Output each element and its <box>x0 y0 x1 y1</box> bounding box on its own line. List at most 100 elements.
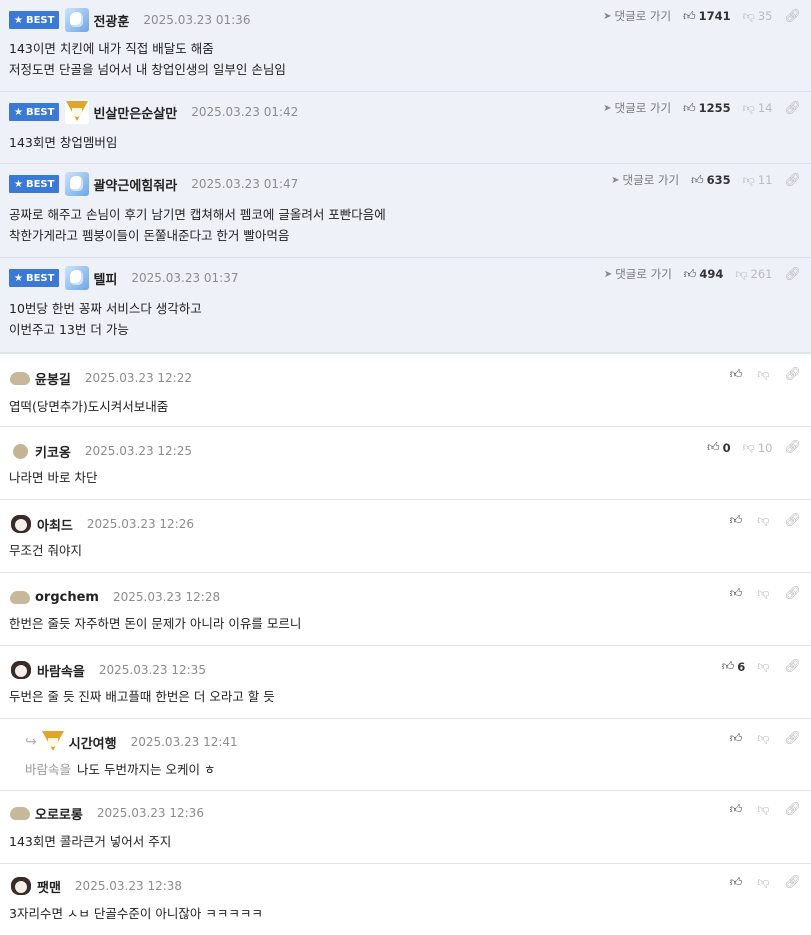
comment-body: 무조건 줘야지 <box>9 543 82 558</box>
comment-body: 10번당 한번 꽁짜 서비스다 생각하고 이번주고 13번 더 가능 <box>9 298 202 340</box>
nickname[interactable]: 시간여행 <box>69 733 117 752</box>
comment-date: 2025.03.23 12:35 <box>98 663 206 677</box>
comment-actions: 👍︎ 6 👎︎ 🔗︎ <box>722 659 801 674</box>
polar-bear-icon[interactable] <box>65 266 90 290</box>
comment-header: ↪ 시간여행 2025.03.23 12:41 <box>25 730 238 754</box>
upvote-button[interactable]: 👍︎ <box>730 367 746 382</box>
upvote-button[interactable]: 👍︎ <box>730 586 746 601</box>
comment-header: ★ BEST 빈살만은순살만 2025.03.23 01:42 <box>9 100 298 124</box>
link-icon[interactable]: 🔗︎ <box>784 802 801 817</box>
goto-reply-link[interactable]: ➤ 댓글로 가기 <box>611 172 679 188</box>
comment-body: 엽떡(당면추가)도시켜서보내줌 <box>9 399 169 414</box>
downvote-button[interactable]: 👎︎ 10 <box>743 440 773 455</box>
thumbs-down-icon: 👎︎ <box>757 513 770 527</box>
upvote-button[interactable]: 👍︎ 0 <box>707 440 731 455</box>
comment: 오로로롱 2025.03.23 12:36 👍︎ 👎︎ 🔗︎ 143회면 콜라큰… <box>0 791 811 864</box>
link-icon[interactable]: 🔗︎ <box>784 367 801 382</box>
thumbs-up-icon: 👍︎ <box>729 802 743 816</box>
fox-icon[interactable] <box>65 100 90 124</box>
star-icon: ★ <box>14 106 23 118</box>
comment-date: 2025.03.23 12:25 <box>84 444 192 458</box>
link-icon[interactable]: 🔗︎ <box>784 9 801 24</box>
comment-header: ★ BEST 괄약근에힘줘라 2025.03.23 01:47 <box>9 172 298 196</box>
link-icon[interactable]: 🔗︎ <box>784 513 801 528</box>
downvote-button[interactable]: 👎︎ 35 <box>743 9 773 24</box>
link-icon[interactable]: 🔗︎ <box>784 731 801 746</box>
best-badge-label: BEST <box>25 14 55 26</box>
nickname[interactable]: orgchem <box>35 590 99 605</box>
nickname[interactable]: 팻맨 <box>37 877 61 896</box>
best-badge: ★ BEST <box>9 175 60 193</box>
downvote-button[interactable]: 👎︎ 14 <box>743 101 773 116</box>
blob-icon[interactable] <box>9 802 31 824</box>
blob-icon[interactable] <box>9 586 31 608</box>
nickname[interactable]: 오로로롱 <box>35 804 83 823</box>
nickname[interactable]: 빈살만은순살만 <box>93 103 177 122</box>
thumbs-down-icon: 👎︎ <box>757 731 770 745</box>
thumbs-up-icon: 👍︎ <box>691 172 704 187</box>
dog-icon[interactable] <box>9 874 33 898</box>
downvote-button[interactable]: 👎︎ <box>757 513 772 528</box>
comment-actions: 👍︎ 👎︎ 🔗︎ <box>730 875 801 890</box>
link-icon[interactable]: 🔗︎ <box>784 875 801 890</box>
downvote-button[interactable]: 👎︎ <box>757 659 772 674</box>
goto-reply-link[interactable]: ➤ 댓글로 가기 <box>604 266 672 282</box>
upvote-button[interactable]: 👍︎ <box>730 513 746 528</box>
nickname[interactable]: 텔피 <box>93 269 117 288</box>
nickname[interactable]: 바람속을 <box>37 661 85 680</box>
polar-bear-icon[interactable] <box>65 8 90 32</box>
thumbs-up-icon: 👍︎ <box>729 586 743 600</box>
link-icon[interactable]: 🔗︎ <box>784 101 801 116</box>
upvote-button[interactable]: 👍︎ 635 <box>691 173 731 188</box>
downvote-button[interactable]: 👎︎ <box>757 367 772 382</box>
link-icon[interactable]: 🔗︎ <box>784 659 801 674</box>
reply-mention[interactable]: 바람속을 <box>25 762 71 777</box>
comment-date: 2025.03.23 01:42 <box>191 105 299 119</box>
nickname[interactable]: 키코옹 <box>35 442 71 461</box>
comment-actions: ➤ 댓글로 가기 👍︎ 494 👎︎ 261 🔗︎ <box>604 266 801 282</box>
nickname[interactable]: 윤봉길 <box>35 369 71 388</box>
downvote-count: 11 <box>757 173 773 187</box>
comment-date: 2025.03.23 12:28 <box>112 590 221 604</box>
thumbs-down-icon: 👎︎ <box>742 440 755 454</box>
upvote-button[interactable]: 👍︎ 494 <box>684 267 724 282</box>
downvote-button[interactable]: 👎︎ <box>757 731 772 746</box>
downvote-button[interactable]: 👎︎ 261 <box>735 267 772 282</box>
polar-bear-icon[interactable] <box>65 172 90 196</box>
thumbs-down-icon: 👎︎ <box>757 875 770 889</box>
downvote-button[interactable]: 👎︎ <box>757 586 772 601</box>
dog-icon[interactable] <box>9 658 33 682</box>
upvote-button[interactable]: 👍︎ 1255 <box>683 101 731 116</box>
link-icon[interactable]: 🔗︎ <box>784 586 801 601</box>
send-icon: ➤ <box>603 10 612 22</box>
star-icon: ★ <box>14 178 23 190</box>
downvote-button[interactable]: 👎︎ 11 <box>743 173 773 188</box>
link-icon[interactable]: 🔗︎ <box>784 267 801 282</box>
downvote-button[interactable]: 👎︎ <box>757 802 772 817</box>
blob-icon[interactable] <box>9 367 31 389</box>
upvote-button[interactable]: 👍︎ <box>730 802 746 817</box>
best-comment: ★ BEST 텔피 2025.03.23 01:37 ➤ 댓글로 가기 👍︎ 494 … <box>0 258 811 352</box>
dog-icon[interactable] <box>9 512 33 536</box>
best-badge: ★ BEST <box>9 11 60 29</box>
goto-reply-link[interactable]: ➤ 댓글로 가기 <box>603 100 671 116</box>
link-icon[interactable]: 🔗︎ <box>784 173 801 188</box>
comment-line: 이번주고 13번 더 가능 <box>9 322 129 337</box>
star-icon: ★ <box>14 14 23 26</box>
nickname[interactable]: 전광훈 <box>93 11 129 30</box>
nickname[interactable]: 아최드 <box>37 515 73 534</box>
fox-icon[interactable] <box>40 730 65 754</box>
thumbs-up-icon: 👍︎ <box>721 659 735 673</box>
comment-line: 공짜로 해주고 손님이 후기 남기면 캡쳐해서 펨코에 글올려서 포빤다음에 <box>9 207 386 222</box>
comment: orgchem 2025.03.23 12:28 👍︎ 👎︎ 🔗︎ 한번은 줄듯… <box>0 573 811 646</box>
comment-body: 공짜로 해주고 손님이 후기 남기면 캡쳐해서 펨코에 글올려서 포빤다음에 착… <box>9 204 386 246</box>
upvote-button[interactable]: 👍︎ <box>730 875 746 890</box>
goto-reply-link[interactable]: ➤ 댓글로 가기 <box>603 8 671 24</box>
ball-icon[interactable] <box>9 440 31 462</box>
upvote-button[interactable]: 👍︎ 6 <box>722 659 746 674</box>
nickname[interactable]: 괄약근에힘줘라 <box>93 175 177 194</box>
link-icon[interactable]: 🔗︎ <box>784 440 801 455</box>
upvote-button[interactable]: 👍︎ 1741 <box>683 9 731 24</box>
upvote-button[interactable]: 👍︎ <box>730 731 746 746</box>
downvote-button[interactable]: 👎︎ <box>757 875 772 890</box>
